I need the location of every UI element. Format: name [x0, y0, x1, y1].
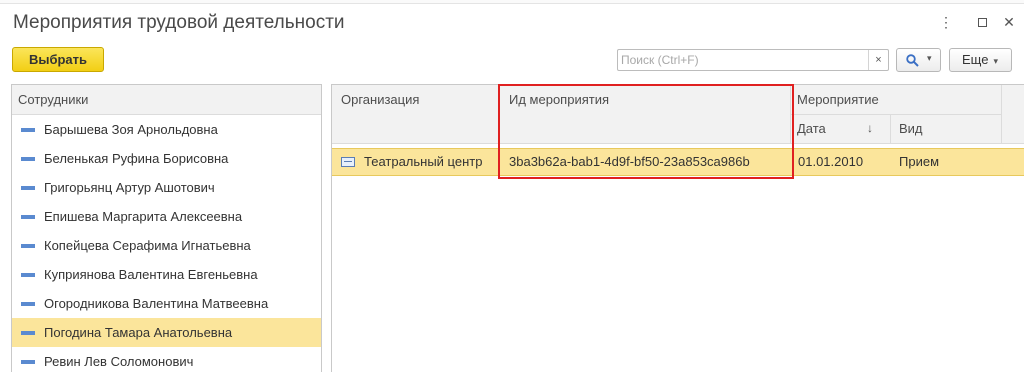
employee-name: Епишева Маргарита Алексеевна [44, 209, 243, 224]
employee-marker-icon [21, 156, 35, 161]
column-header-date-label: Дата [797, 121, 826, 136]
search-input[interactable] [618, 50, 868, 70]
cell-organization: Театральный центр [341, 149, 482, 175]
magnifier-icon [906, 54, 919, 67]
employee-item-selected[interactable]: Погодина Тамара Анатольевна [12, 318, 321, 347]
table-row[interactable]: Театральный центр 3ba3b62a-bab1-4d9f-bf5… [332, 148, 1024, 176]
search-button[interactable]: ▾ [896, 48, 941, 72]
organization-name: Театральный центр [364, 154, 483, 169]
maximize-icon[interactable] [974, 14, 990, 30]
column-header-date[interactable]: Дата ↓ [791, 115, 891, 144]
employees-header[interactable]: Сотрудники [12, 85, 321, 115]
window-top-strip [0, 0, 1024, 4]
employee-marker-icon [21, 301, 35, 306]
search-field[interactable]: × [617, 49, 889, 71]
employee-item[interactable]: Барышева Зоя Арнольдовна [12, 115, 321, 144]
cell-type: Прием [899, 154, 940, 169]
employee-item[interactable]: Беленькая Руфина Борисовна [12, 144, 321, 173]
chevron-down-icon: ▾ [927, 53, 932, 63]
column-header-type[interactable]: Вид [891, 115, 1001, 144]
cell-date: 01.01.2010 [798, 154, 864, 169]
employee-marker-icon [21, 243, 35, 248]
more-button[interactable]: Еще ▾ [949, 48, 1012, 72]
column-header-event[interactable]: Мероприятие [791, 85, 1001, 115]
employee-marker-icon [21, 127, 35, 132]
window-title: Мероприятия трудовой деятельности [13, 12, 345, 33]
employees-list: Барышева Зоя Арнольдовна Беленькая Руфин… [12, 115, 321, 372]
employee-item[interactable]: Копейцева Серафима Игнатьевна [12, 231, 321, 260]
employee-name: Барышева Зоя Арнольдовна [44, 122, 218, 137]
employee-name: Ревин Лев Соломонович [44, 354, 194, 369]
clear-x-icon[interactable]: × [868, 50, 888, 70]
employee-marker-icon [21, 359, 35, 364]
select-button[interactable]: Выбрать [12, 47, 104, 72]
more-button-label: Еще [962, 52, 989, 67]
employee-item[interactable]: Огородникова Валентина Матвеевна [12, 289, 321, 318]
employee-marker-icon [21, 214, 35, 219]
employee-marker-icon [21, 272, 35, 277]
employee-marker-icon [21, 330, 35, 335]
vertical-dots-icon[interactable]: ⋮ [938, 14, 954, 30]
sort-down-icon: ↓ [867, 121, 873, 135]
employee-name: Григорьянц Артур Ашотович [44, 180, 215, 195]
organization-icon [341, 156, 355, 167]
chevron-down-icon: ▾ [993, 56, 998, 66]
employee-name: Копейцева Серафима Игнатьевна [44, 238, 251, 253]
column-header-event-id[interactable]: Ид мероприятия [499, 85, 791, 144]
employee-name: Огородникова Валентина Матвеевна [44, 296, 269, 311]
close-icon[interactable]: ✕ [1001, 14, 1017, 30]
employee-marker-icon [21, 185, 35, 190]
cell-event-id: 3ba3b62a-bab1-4d9f-bf50-23a853ca986b [509, 154, 750, 169]
employees-panel: Сотрудники Барышева Зоя Арнольдовна Беле… [11, 84, 322, 372]
events-table: Организация Ид мероприятия Мероприятие Д… [331, 84, 1024, 372]
column-header-organization[interactable]: Организация [332, 85, 499, 144]
employee-item[interactable]: Епишева Маргарита Алексеевна [12, 202, 321, 231]
employee-item[interactable]: Ревин Лев Соломонович [12, 347, 321, 372]
column-header-filler [1001, 85, 1024, 144]
employee-name: Погодина Тамара Анатольевна [44, 325, 233, 340]
employee-item[interactable]: Куприянова Валентина Евгеньевна [12, 260, 321, 289]
employee-item[interactable]: Григорьянц Артур Ашотович [12, 173, 321, 202]
employee-name: Куприянова Валентина Евгеньевна [44, 267, 258, 282]
employee-name: Беленькая Руфина Борисовна [44, 151, 229, 166]
